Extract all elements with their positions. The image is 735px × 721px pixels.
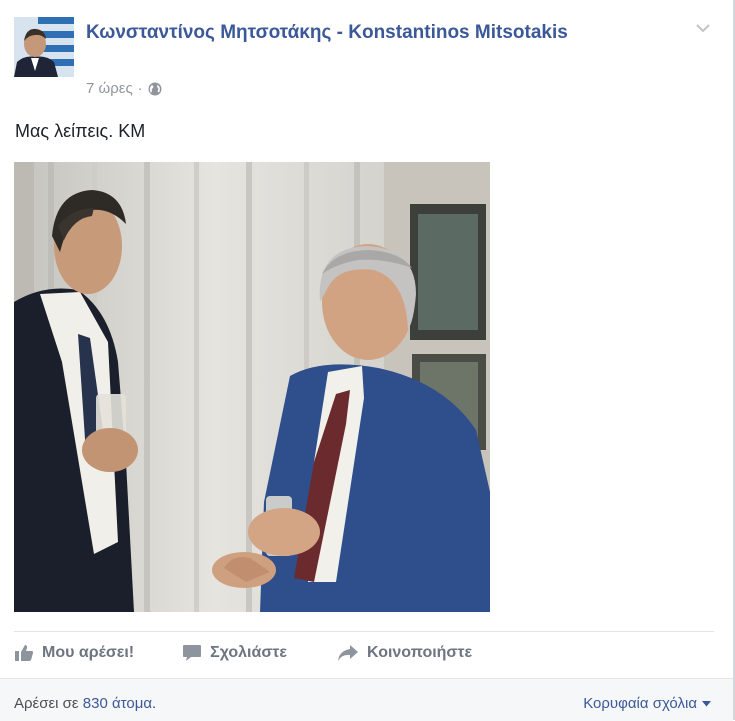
post-message: Μας λείπεις. ΚΜ <box>15 121 146 141</box>
post-author-name[interactable]: Κωνσταντίνος Μητσοτάκης - Konstantinos M… <box>86 19 646 46</box>
likes-suffix: . <box>152 695 157 712</box>
photo-image <box>14 162 490 612</box>
post-footer: Αρέσει σε 830 άτομα. Κορυφαία σχόλια <box>0 678 733 721</box>
share-label: Κοινοποιήστε <box>367 644 473 661</box>
post-meta: 7 ώρες · <box>86 80 162 97</box>
likes-summary: Αρέσει σε 830 άτομα. <box>14 695 156 712</box>
top-comments-label: Κορυφαία σχόλια <box>583 695 697 712</box>
comment-label: Σχολιάστε <box>210 644 287 661</box>
likes-count-link[interactable]: 830 άτομα <box>83 695 152 712</box>
post-card: Κωνσταντίνος Μητσοτάκης - Konstantinos M… <box>0 0 735 721</box>
thumbs-up-icon <box>15 645 34 661</box>
chevron-down-icon[interactable] <box>695 22 711 34</box>
post-photo[interactable] <box>14 162 490 612</box>
share-arrow-icon <box>338 645 358 661</box>
share-button[interactable]: Κοινοποιήστε <box>337 644 472 662</box>
caret-down-icon <box>702 700 711 706</box>
top-comments-dropdown[interactable]: Κορυφαία σχόλια <box>583 695 711 712</box>
comment-button[interactable]: Σχολιάστε <box>182 644 287 662</box>
globe-icon[interactable] <box>148 82 162 96</box>
like-button[interactable]: Μου αρέσει! <box>14 644 134 662</box>
meta-separator: · <box>137 80 143 97</box>
post-timestamp[interactable]: 7 ώρες <box>86 80 133 97</box>
likes-prefix: Αρέσει σε <box>14 695 79 712</box>
author-avatar[interactable] <box>14 17 74 77</box>
actions-divider <box>14 631 714 632</box>
comment-icon <box>183 645 202 661</box>
post-actions: Μου αρέσει! Σχολιάστε Κοινοποιήστε <box>14 644 472 662</box>
avatar-image <box>14 17 74 77</box>
like-label: Μου αρέσει! <box>42 644 135 661</box>
